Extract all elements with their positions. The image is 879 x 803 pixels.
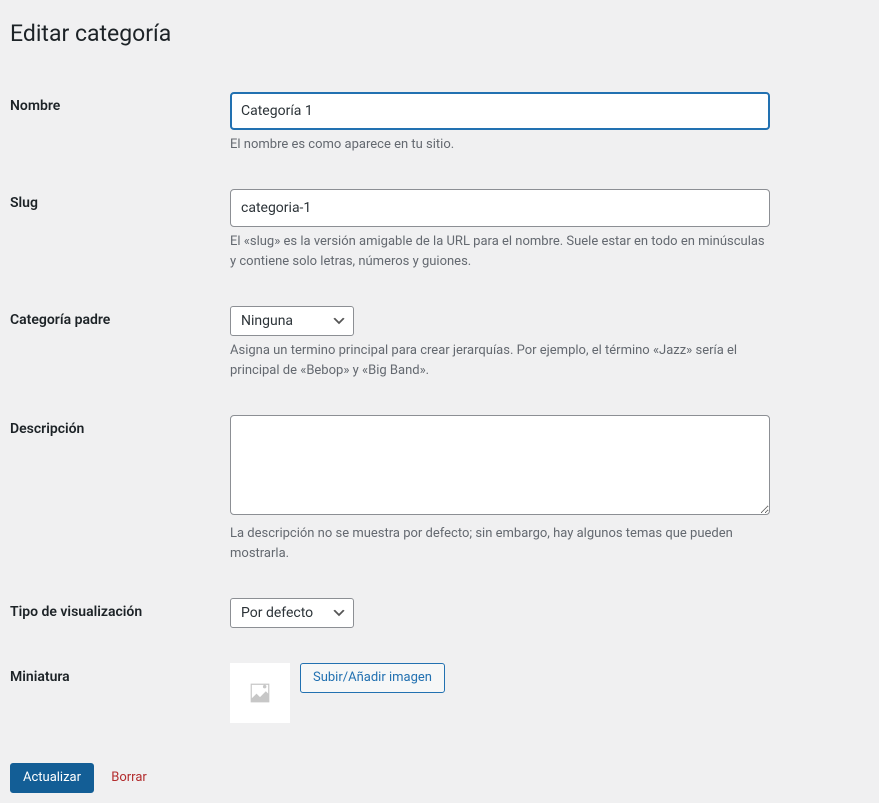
field-row-name: Nombre El nombre es como aparece en tu s… [10, 77, 869, 175]
parent-label: Categoría padre [10, 291, 230, 400]
thumbnail-container: Subir/Añadir imagen [230, 663, 859, 723]
display-type-select[interactable]: Por defecto [230, 598, 354, 628]
name-input[interactable] [230, 92, 770, 130]
parent-select[interactable]: Ninguna [230, 306, 354, 336]
field-row-description: Descripción La descripción no se muestra… [10, 400, 869, 583]
field-row-display-type: Tipo de visualización Por defecto [10, 583, 869, 648]
display-type-label: Tipo de visualización [10, 583, 230, 648]
delete-link[interactable]: Borrar [111, 770, 147, 785]
form-table: Nombre El nombre es como aparece en tu s… [10, 77, 869, 744]
slug-label: Slug [10, 174, 230, 291]
upload-image-button[interactable]: Subir/Añadir imagen [300, 663, 445, 693]
field-row-thumbnail: Miniatura Subir/Añadir imagen [10, 648, 869, 743]
thumbnail-placeholder [230, 663, 290, 723]
field-row-parent: Categoría padre Ninguna Asigna un termin… [10, 291, 869, 400]
description-textarea[interactable] [230, 415, 770, 515]
field-row-slug: Slug El «slug» es la versión amigable de… [10, 174, 869, 291]
slug-description: El «slug» es la versión amigable de la U… [230, 232, 770, 271]
name-description: El nombre es como aparece en tu sitio. [230, 135, 770, 155]
image-placeholder-icon [246, 679, 274, 707]
description-help: La descripción no se muestra por defecto… [230, 524, 770, 563]
parent-description: Asigna un termino principal para crear j… [230, 341, 770, 380]
name-label: Nombre [10, 77, 230, 175]
submit-row: Actualizar Borrar [10, 763, 869, 793]
update-button[interactable]: Actualizar [10, 763, 94, 793]
thumbnail-label: Miniatura [10, 648, 230, 743]
slug-input[interactable] [230, 189, 770, 227]
page-title: Editar categoría [10, 10, 869, 53]
description-label: Descripción [10, 400, 230, 583]
edit-category-form: Editar categoría Nombre El nombre es com… [10, 10, 869, 793]
